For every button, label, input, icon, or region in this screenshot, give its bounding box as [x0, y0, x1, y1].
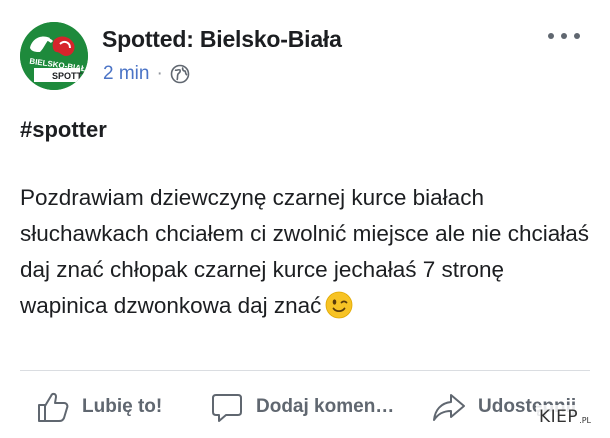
meta-separator: · — [156, 63, 163, 84]
kiep-watermark-logo: KIEP .PL — [536, 405, 594, 429]
page-name-link[interactable]: Spotted: Bielsko-Biała — [102, 26, 342, 53]
winking-face-emoji — [325, 291, 353, 319]
more-dot — [561, 33, 567, 39]
hashtag-text[interactable]: #spotter — [20, 117, 107, 143]
like-button[interactable]: Lubię to! — [36, 385, 162, 429]
post-meta: 2 min · — [103, 63, 190, 85]
post-card: BIELSKO-BIAŁA SPOTTED Spotted: Bielsko-B… — [0, 0, 610, 438]
thumbs-up-icon — [38, 392, 69, 422]
globe-icon — [170, 64, 190, 84]
post-timestamp[interactable]: 2 min — [103, 63, 149, 85]
post-body: Pozdrawiam dziewczynę czarnej kurce biał… — [20, 180, 595, 324]
comment-label: Dodaj komen… — [256, 396, 395, 417]
more-dot — [574, 33, 580, 39]
comment-bubble-icon — [212, 394, 242, 422]
watermark-main: KIEP — [539, 407, 579, 427]
more-options-button[interactable] — [548, 28, 580, 44]
comment-button[interactable]: Dodaj komen… — [210, 385, 394, 429]
post-body-text: Pozdrawiam dziewczynę czarnej kurce biał… — [20, 185, 589, 318]
like-label: Lubię to! — [82, 396, 163, 417]
page-avatar[interactable]: BIELSKO-BIAŁA SPOTTED — [20, 22, 88, 90]
share-arrow-icon — [433, 394, 465, 421]
avatar-text-bottom: SPOTTED — [52, 71, 88, 81]
actions-divider — [20, 370, 590, 371]
more-dot — [548, 33, 554, 39]
action-bar: Lubię to! Dodaj komen… Udostępnij — [0, 385, 610, 429]
watermark-sub: .PL — [579, 415, 591, 425]
